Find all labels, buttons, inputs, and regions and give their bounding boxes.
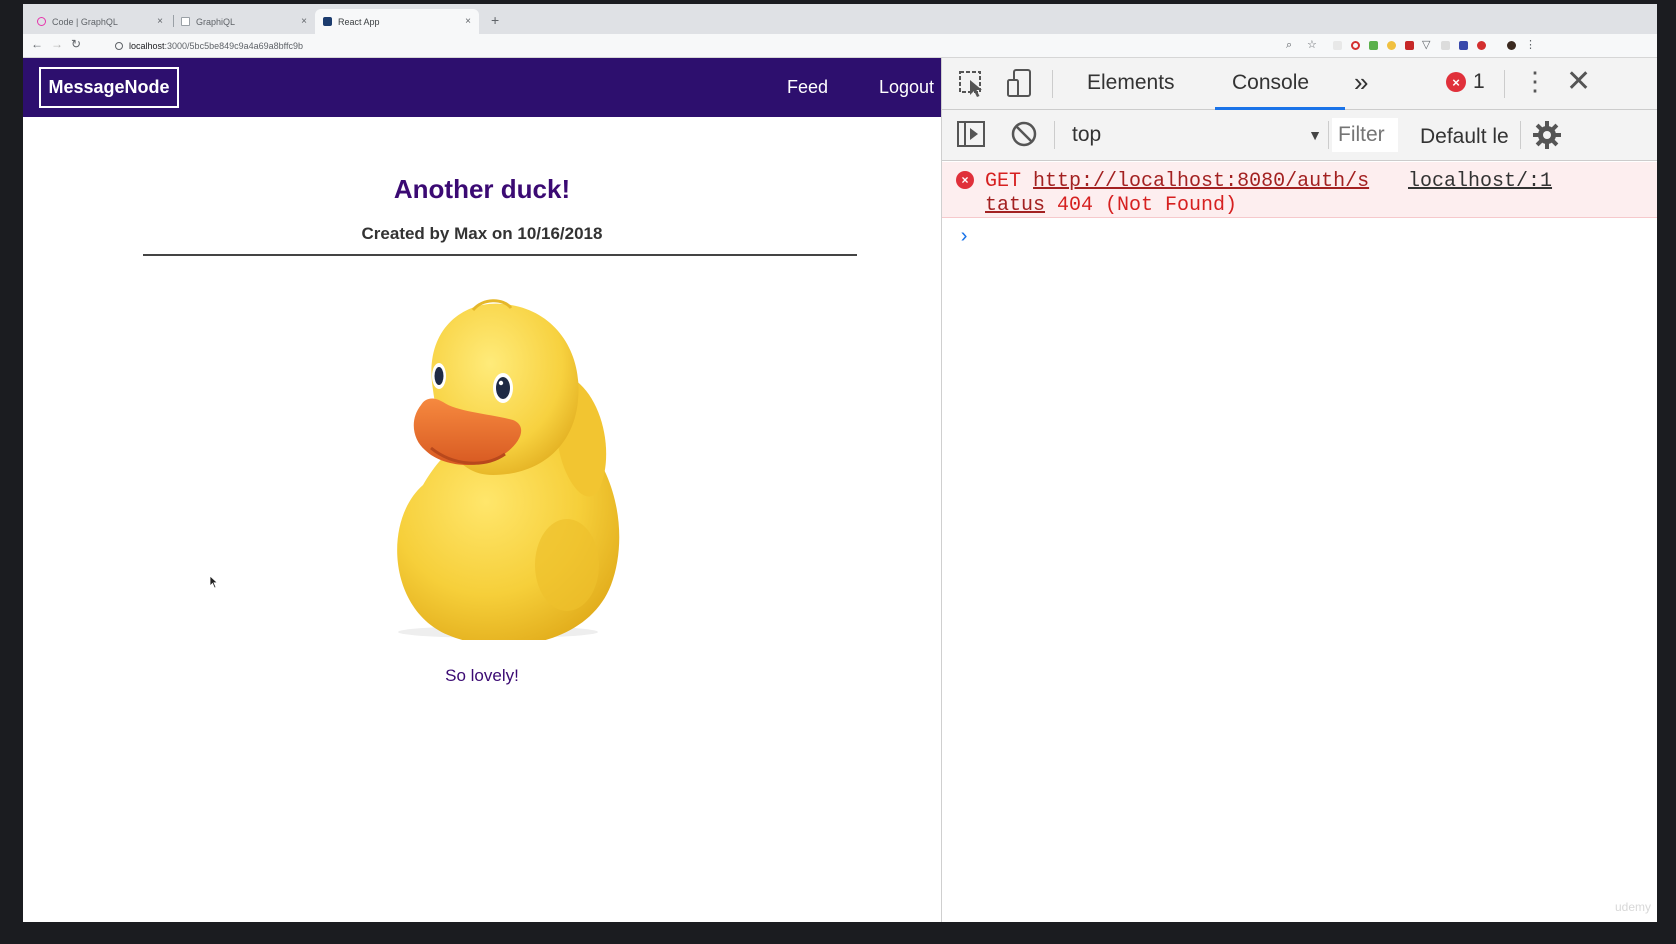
url-host: localhost	[129, 40, 165, 51]
vue-extension-icon[interactable]: ▽	[1422, 38, 1430, 52]
context-value: top	[1072, 123, 1102, 146]
error-count[interactable]: 1	[1473, 70, 1485, 94]
toolbar-separator	[1520, 121, 1521, 149]
post-divider	[143, 254, 857, 256]
new-tab-button[interactable]: +	[491, 12, 499, 28]
show-sidebar-icon[interactable]	[956, 120, 986, 148]
devtools-menu-icon[interactable]: ⋮	[1522, 66, 1548, 97]
opera-extension-icon[interactable]	[1351, 41, 1360, 50]
extension-icon[interactable]	[1441, 41, 1450, 50]
react-app-favicon-icon	[323, 17, 332, 26]
tab-react-app[interactable]: React App ×	[315, 9, 479, 34]
extension-icon[interactable]	[1477, 41, 1486, 50]
nav-logout-link[interactable]: Logout	[879, 77, 934, 98]
tab-elements[interactable]: Elements	[1087, 71, 1175, 95]
address-bar: ← → ↻ localhost :3000/5bc5be849c9a4a69a8…	[23, 34, 1657, 58]
console-prompt[interactable]: ›	[958, 226, 970, 249]
console-toolbar: top ▼ Default le	[942, 110, 1657, 161]
nav-feed-link[interactable]: Feed	[787, 77, 828, 98]
profile-avatar-icon[interactable]	[1507, 41, 1516, 50]
toolbar-separator	[1052, 70, 1053, 98]
extension-icon[interactable]	[1333, 41, 1342, 50]
error-url-link[interactable]: http://localhost:8080/auth/s	[1033, 170, 1369, 193]
logo[interactable]: MessageNode	[39, 67, 179, 108]
extension-icon[interactable]	[1405, 41, 1414, 50]
url-field[interactable]: localhost :3000/5bc5be849c9a4a69a8bffc9b	[115, 37, 1345, 54]
close-devtools-icon[interactable]: ✕	[1566, 64, 1591, 99]
error-source-link[interactable]: localhost/:1	[1408, 170, 1552, 193]
toolbar-separator	[1504, 70, 1505, 98]
browser-window: Code | GraphQL × GraphiQL × React App × …	[23, 4, 1657, 922]
tab-title: GraphiQL	[196, 16, 236, 27]
error-status: 404 (Not Found)	[1057, 194, 1238, 217]
error-icon: ×	[956, 171, 974, 189]
page-favicon-icon	[181, 17, 190, 26]
tab-console[interactable]: Console	[1232, 71, 1309, 95]
info-icon	[115, 41, 123, 50]
tab-title: Code | GraphQL	[52, 16, 118, 27]
console-error-message: × GET http://localhost:8080/auth/s local…	[942, 162, 1657, 218]
reload-icon[interactable]: ↻	[71, 37, 81, 51]
post-title: Another duck!	[393, 174, 571, 204]
post-meta: Created by Max on 10/16/2018	[361, 224, 603, 243]
post-content: So lovely!	[445, 666, 519, 685]
toolbar-separator	[1328, 121, 1329, 149]
error-method: GET	[985, 170, 1022, 193]
close-tab-icon[interactable]: ×	[465, 16, 471, 27]
zoom-search-icon[interactable]: ⌕	[1286, 38, 1292, 52]
devtools-panel: Elements Console » × 1 ⋮ ✕ top ▼ Filter …	[941, 58, 1657, 922]
close-tab-icon[interactable]: ×	[301, 16, 307, 27]
clear-console-icon[interactable]	[1010, 120, 1038, 148]
extension-icon[interactable]	[1459, 41, 1468, 50]
app-viewport: MessageNode Feed Logout Another duck! Cr…	[23, 58, 941, 922]
console-settings-gear-icon[interactable]	[1532, 120, 1562, 150]
toolbar-separator	[1054, 121, 1055, 149]
url-path: :3000/5bc5be849c9a4a69a8bffc9b	[164, 40, 303, 51]
forward-arrow-icon[interactable]: →	[51, 37, 63, 51]
extension-icon[interactable]	[1387, 41, 1396, 50]
log-levels-dropdown[interactable]: Default le	[1420, 125, 1509, 149]
browser-menu-icon[interactable]: ⋮	[1525, 38, 1536, 52]
dropdown-arrow-icon: ▼	[1308, 127, 1322, 143]
device-toolbar-icon[interactable]	[1006, 68, 1036, 98]
app-header: MessageNode Feed Logout	[23, 58, 941, 117]
tab-strip: Code | GraphQL × GraphiQL × React App × …	[23, 4, 1657, 34]
console-filter-input[interactable]	[1332, 118, 1398, 152]
back-arrow-icon[interactable]: ←	[31, 37, 43, 51]
tab-graphiql[interactable]: GraphiQL ×	[173, 9, 315, 34]
error-line: tatus 404 (Not Found)	[985, 194, 1237, 217]
devtools-tab-bar: Elements Console » × 1 ⋮ ✕	[942, 58, 1657, 110]
context-selector[interactable]: top ▼	[1072, 117, 1328, 153]
watermark: udemy	[1614, 900, 1651, 914]
post-image-rubber-duck	[397, 299, 620, 640]
error-line: GET http://localhost:8080/auth/s	[985, 170, 1369, 193]
error-count-icon[interactable]: ×	[1446, 72, 1466, 92]
mouse-cursor-icon	[209, 575, 219, 589]
graphql-favicon-icon	[37, 17, 46, 26]
tab-code-graphql[interactable]: Code | GraphQL ×	[29, 9, 171, 34]
bookmark-star-icon[interactable]: ☆	[1307, 38, 1317, 52]
extension-icon[interactable]	[1369, 41, 1378, 50]
close-tab-icon[interactable]: ×	[157, 16, 163, 27]
tab-title: React App	[338, 16, 380, 27]
error-url-link-cont[interactable]: tatus	[985, 194, 1045, 217]
inspect-element-icon[interactable]	[958, 70, 986, 98]
more-tabs-chevron-icon[interactable]: »	[1354, 67, 1368, 98]
